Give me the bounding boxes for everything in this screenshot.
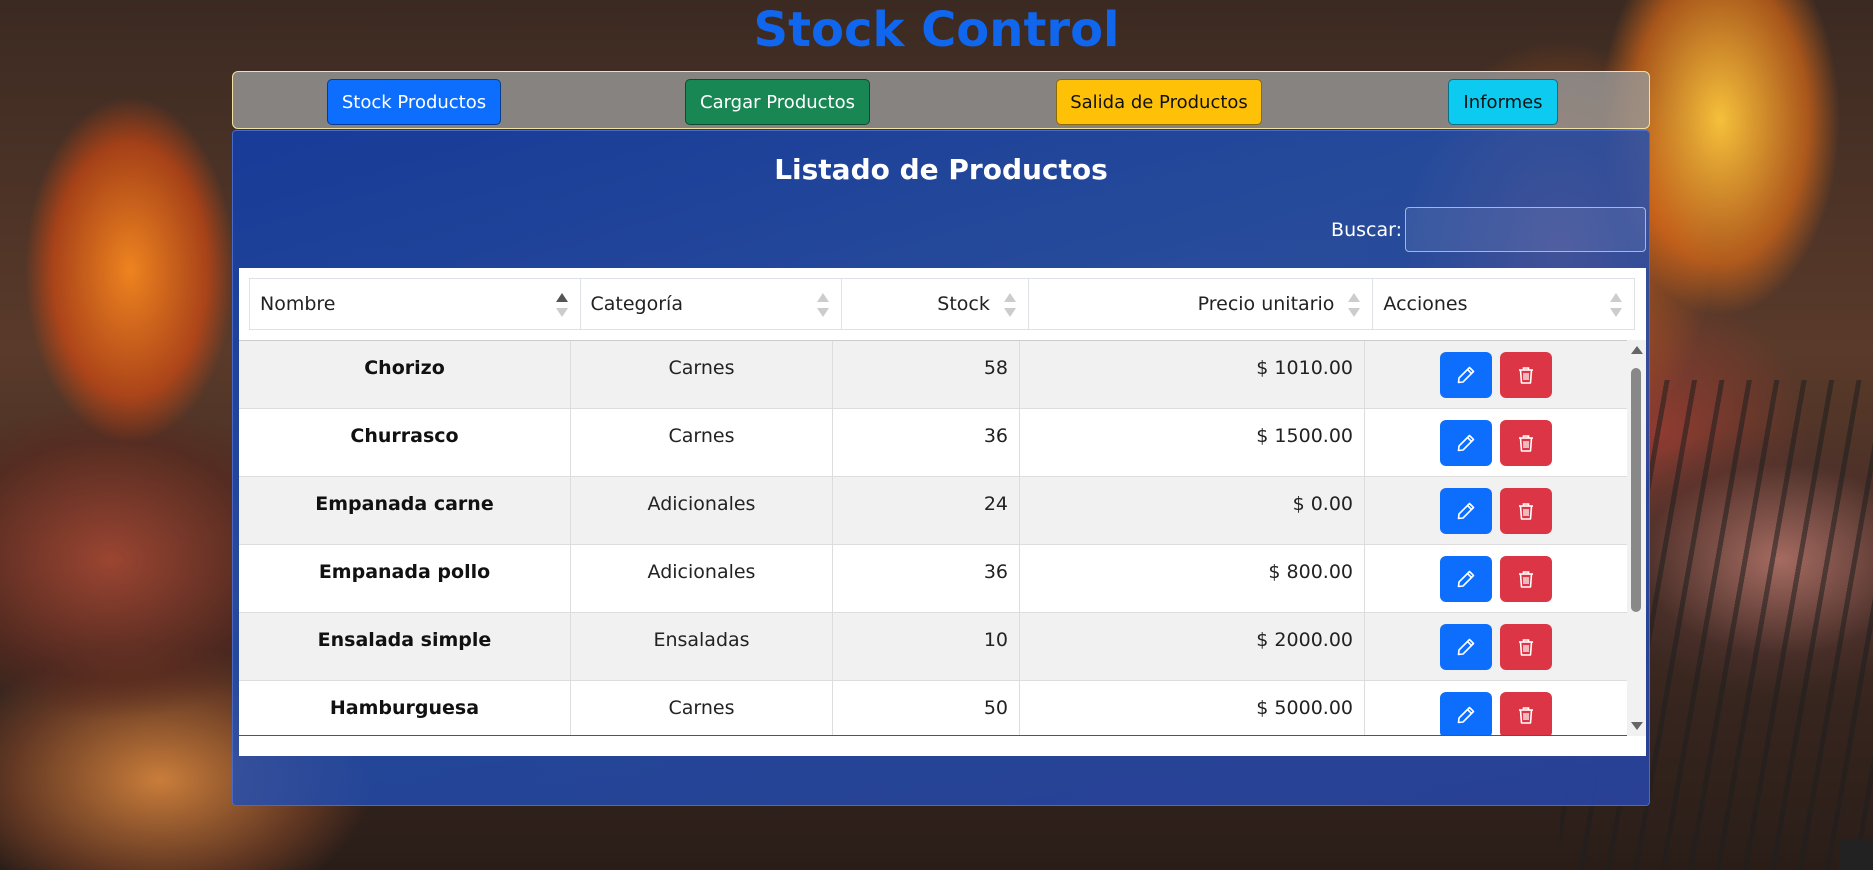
salida-productos-button[interactable]: Salida de Productos xyxy=(1056,79,1262,125)
column-header-label: Categoría xyxy=(590,293,683,315)
cell-precio: $ 2000.00 xyxy=(1020,613,1365,680)
cell-nombre: Hamburguesa xyxy=(239,681,571,735)
delete-button[interactable] xyxy=(1500,692,1552,735)
delete-button[interactable] xyxy=(1500,556,1552,602)
cell-precio: $ 5000.00 xyxy=(1020,681,1365,735)
table-header: Nombre Categoría Stock Precio unitario A… xyxy=(249,278,1635,330)
trash-icon xyxy=(1519,435,1533,452)
scroll-down-icon[interactable] xyxy=(1631,722,1643,730)
cell-precio: $ 0.00 xyxy=(1020,477,1365,544)
trash-icon xyxy=(1519,571,1533,588)
cell-precio: $ 800.00 xyxy=(1020,545,1365,612)
delete-button[interactable] xyxy=(1500,624,1552,670)
edit-button[interactable] xyxy=(1440,556,1492,602)
cell-categoria: Carnes xyxy=(571,409,833,476)
cargar-productos-button[interactable]: Cargar Productos xyxy=(685,79,870,125)
scroll-up-icon[interactable] xyxy=(1631,346,1643,354)
cell-nombre: Ensalada simple xyxy=(239,613,571,680)
sort-icon xyxy=(1610,293,1623,317)
column-header-categoria[interactable]: Categoría xyxy=(581,279,843,329)
stock-productos-button[interactable]: Stock Productos xyxy=(327,79,501,125)
sort-icon xyxy=(817,293,830,317)
cell-categoria: Adicionales xyxy=(571,477,833,544)
table-row: Ensalada simple Ensaladas 10 $ 2000.00 xyxy=(239,613,1627,681)
edit-button[interactable] xyxy=(1440,488,1492,534)
cell-stock: 10 xyxy=(833,613,1020,680)
scroll-thumb[interactable] xyxy=(1631,368,1641,612)
cell-precio: $ 1500.00 xyxy=(1020,409,1365,476)
cell-stock: 58 xyxy=(833,341,1020,408)
cell-stock: 36 xyxy=(833,545,1020,612)
table-row: Chorizo Carnes 58 $ 1010.00 xyxy=(239,341,1627,409)
table-row: Empanada carne Adicionales 24 $ 0.00 xyxy=(239,477,1627,545)
products-table: Nombre Categoría Stock Precio unitario A… xyxy=(239,268,1646,756)
pencil-icon xyxy=(1457,366,1475,384)
cell-nombre: Chorizo xyxy=(239,341,571,408)
page-title: Stock Control xyxy=(753,2,1120,58)
cell-categoria: Adicionales xyxy=(571,545,833,612)
column-header-label: Acciones xyxy=(1383,293,1468,315)
panel-heading: Listado de Productos xyxy=(774,153,1108,186)
column-header-acciones[interactable]: Acciones xyxy=(1373,279,1634,329)
search-input[interactable] xyxy=(1405,207,1646,252)
cell-acciones xyxy=(1365,341,1627,408)
cell-categoria: Ensaladas xyxy=(571,613,833,680)
table-row: Empanada pollo Adicionales 36 $ 800.00 xyxy=(239,545,1627,613)
cell-stock: 50 xyxy=(833,681,1020,735)
trash-icon xyxy=(1519,367,1533,384)
pencil-icon xyxy=(1457,570,1475,588)
cell-stock: 36 xyxy=(833,409,1020,476)
edit-button[interactable] xyxy=(1440,352,1492,398)
column-header-nombre[interactable]: Nombre xyxy=(250,279,581,329)
cell-categoria: Carnes xyxy=(571,341,833,408)
corner-widget xyxy=(1839,840,1873,870)
pencil-icon xyxy=(1457,706,1475,724)
sort-icon xyxy=(1348,293,1361,317)
column-header-label: Nombre xyxy=(260,293,336,315)
cell-stock: 24 xyxy=(833,477,1020,544)
column-header-stock[interactable]: Stock xyxy=(842,279,1029,329)
trash-icon xyxy=(1519,503,1533,520)
cell-acciones xyxy=(1365,681,1627,735)
edit-button[interactable] xyxy=(1440,624,1492,670)
column-header-label: Precio unitario xyxy=(1197,293,1335,315)
cell-acciones xyxy=(1365,613,1627,680)
pencil-icon xyxy=(1457,434,1475,452)
cell-acciones xyxy=(1365,477,1627,544)
table-row: Hamburguesa Carnes 50 $ 5000.00 xyxy=(239,681,1627,735)
table-scrollbar[interactable] xyxy=(1627,340,1646,736)
pencil-icon xyxy=(1457,502,1475,520)
informes-button[interactable]: Informes xyxy=(1448,79,1558,125)
delete-button[interactable] xyxy=(1500,420,1552,466)
cell-nombre: Empanada carne xyxy=(239,477,571,544)
cell-acciones xyxy=(1365,545,1627,612)
table-body: Chorizo Carnes 58 $ 1010.00 Churrasco Ca… xyxy=(239,340,1627,736)
products-panel: Listado de Productos Buscar: Nombre Cate… xyxy=(232,130,1650,806)
cell-categoria: Carnes xyxy=(571,681,833,735)
table-row: Churrasco Carnes 36 $ 1500.00 xyxy=(239,409,1627,477)
search-label: Buscar: xyxy=(1331,219,1402,241)
sort-icon xyxy=(1003,293,1016,317)
trash-icon xyxy=(1519,707,1533,724)
edit-button[interactable] xyxy=(1440,692,1492,735)
trash-icon xyxy=(1519,639,1533,656)
cell-precio: $ 1010.00 xyxy=(1020,341,1365,408)
navbar: Stock Productos Cargar Productos Salida … xyxy=(232,71,1650,129)
edit-button[interactable] xyxy=(1440,420,1492,466)
cell-nombre: Churrasco xyxy=(239,409,571,476)
cell-acciones xyxy=(1365,409,1627,476)
cell-nombre: Empanada pollo xyxy=(239,545,571,612)
pencil-icon xyxy=(1457,638,1475,656)
sort-asc-icon xyxy=(555,293,568,317)
delete-button[interactable] xyxy=(1500,352,1552,398)
column-header-label: Stock xyxy=(937,293,990,315)
column-header-precio[interactable]: Precio unitario xyxy=(1029,279,1374,329)
delete-button[interactable] xyxy=(1500,488,1552,534)
